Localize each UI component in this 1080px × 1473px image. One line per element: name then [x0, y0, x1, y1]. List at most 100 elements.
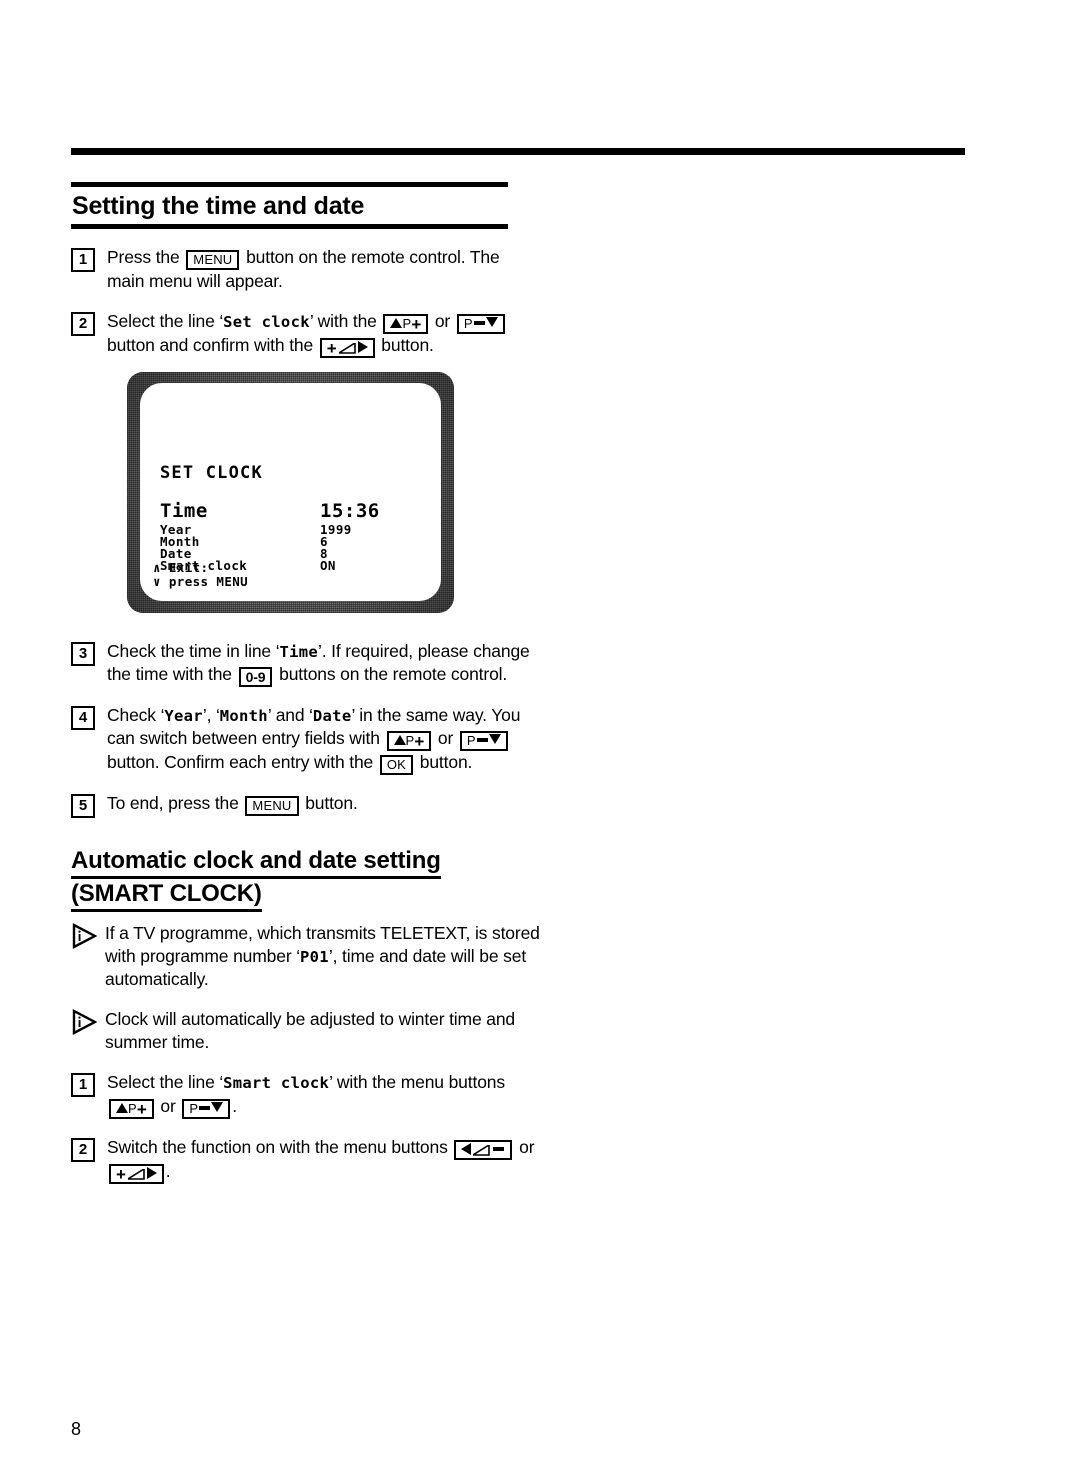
key-program-up[interactable]: P+ [386, 731, 432, 752]
osd-title: SET CLOCK [160, 463, 263, 483]
triangle-up-icon [390, 318, 403, 329]
osd-row-value: ON [320, 558, 336, 573]
step-text: Check the time in line ‘Time’. If requir… [107, 640, 541, 688]
osd-term: Smart clock [223, 1074, 330, 1093]
osd-footer: ∧ Exit: ∨ press MENU [153, 561, 248, 589]
key-volume-down-left[interactable] [454, 1139, 513, 1160]
osd-row-time[interactable]: Time 15:36 [160, 501, 431, 524]
smart-step-1: 1 Select the line ‘Smart clock’ with the… [71, 1071, 541, 1119]
step-text-part: button. Confirm each entry with the [107, 752, 374, 773]
page-content-lower: 3 Check the time in line ‘Time’. If requ… [71, 640, 541, 1184]
osd-footer-line2: ∨ press MENU [153, 574, 249, 589]
step-text: Press the MENU button on the remote cont… [107, 246, 541, 293]
volume-wedge-icon [470, 1143, 491, 1156]
osd-row-value: 15:36 [320, 500, 380, 522]
page-number: 8 [71, 1419, 82, 1439]
step-2: 2 Select the line ‘Set clock’ with the P… [71, 310, 541, 359]
step-text-part: Check the time in line ‘ [107, 641, 280, 661]
osd-term: Date [312, 707, 352, 726]
osd-row-value: 1999 [320, 522, 352, 537]
key-program-down[interactable]: P [459, 731, 508, 752]
step-text-part: ’ and ‘ [267, 705, 313, 726]
step-1: 1 Press the MENU button on the remote co… [71, 246, 541, 293]
osd-footer-line1: ∧ Exit: [153, 560, 209, 575]
step-number: 1 [71, 248, 95, 273]
smart-clock-heading-line1: Automatic clock and date setting [71, 847, 441, 880]
triangle-down-icon [485, 317, 498, 328]
note-1: If a TV programme, which transmits TELET… [71, 922, 541, 991]
step-number: 2 [71, 1137, 95, 1162]
step-text: To end, press the MENU button. [107, 792, 541, 817]
info-triangle-icon [71, 1009, 97, 1036]
key-program-up[interactable]: P+ [383, 314, 429, 335]
osd-term: Year [164, 707, 203, 726]
osd-term: Time [279, 643, 318, 661]
step-text-part: Select the line ‘ [107, 1072, 224, 1093]
step-text: Select the line ‘Set clock’ with the P+ … [107, 310, 541, 359]
minus-icon [199, 1105, 211, 1110]
step-text-part: button. [419, 752, 473, 773]
step-5: 5 To end, press the MENU button. [71, 792, 541, 819]
key-label: OK [386, 757, 407, 773]
smart-clock-heading-line2: (SMART CLOCK) [71, 880, 262, 912]
smart-clock-heading-block: Automatic clock and date setting (SMART … [71, 847, 541, 912]
key-label: P [128, 1100, 137, 1116]
key-menu[interactable]: MENU [245, 796, 299, 817]
step-4: 4 Check ‘Year’, ‘Month’ and ‘Date’ in th… [71, 704, 541, 776]
step-text: Select the line ‘Smart clock’ with the m… [107, 1071, 541, 1119]
key-label: P [189, 1100, 199, 1116]
osd-row-month[interactable]: Month 6 [160, 535, 431, 548]
step-text-part: button. [305, 793, 358, 814]
step-text-part: ’, ‘ [202, 705, 220, 726]
note-text: Clock will automatically be adjusted to … [105, 1008, 541, 1054]
step-text-part: To end, press the [107, 793, 239, 814]
step-text-part: . [165, 1160, 171, 1181]
step-text-part: button. [381, 335, 434, 356]
key-menu[interactable]: MENU [186, 250, 240, 271]
step-text-part: or [434, 311, 451, 332]
key-volume-up-right[interactable]: + [319, 338, 375, 359]
page-title: Setting the time and date [72, 192, 365, 220]
key-digits[interactable]: 0-9 [238, 667, 273, 688]
volume-wedge-icon [335, 341, 356, 355]
key-program-down[interactable]: P [182, 1098, 231, 1119]
heading-rule-bottom [71, 224, 508, 230]
tv-screen-figure: SET CLOCK Time 15:36 Year 1999 Month 6 D… [127, 372, 454, 613]
key-label: 0-9 [245, 669, 266, 686]
triangle-right-icon [357, 341, 368, 354]
triangle-up-icon [393, 735, 406, 746]
note-text-part: Clock will automatically be adjusted to … [105, 1009, 515, 1053]
key-label: P [466, 733, 476, 749]
smart-step-2: 2 Switch the function on with the menu b… [71, 1136, 541, 1184]
step-number: 1 [71, 1073, 95, 1098]
triangle-right-icon [146, 1166, 157, 1179]
step-number: 2 [71, 312, 95, 337]
step-text-part: ’ with the menu buttons [329, 1072, 505, 1093]
step-text-part: Check ‘ [107, 705, 165, 726]
key-volume-up-right[interactable]: + [109, 1163, 164, 1184]
osd-term: Set clock [223, 313, 310, 332]
heading-rule-top [71, 182, 508, 187]
plus-icon: + [136, 1099, 147, 1119]
section-heading-block: Setting the time and date [71, 182, 541, 230]
step-text-part: buttons on the remote control. [279, 664, 508, 685]
key-label: MENU [252, 798, 292, 814]
smart-clock-heading-text2: (SMART CLOCK) [71, 880, 262, 908]
note-text: If a TV programme, which transmits TELET… [105, 922, 541, 991]
osd-term: Month [219, 707, 268, 726]
minus-icon [473, 321, 485, 326]
osd-row-year[interactable]: Year 1999 [160, 522, 431, 537]
key-ok[interactable]: OK [379, 755, 414, 776]
osd-row-label: Time [160, 500, 208, 522]
triangle-down-icon [488, 734, 501, 745]
osd-term: P01 [299, 948, 329, 967]
plus-icon: + [116, 1164, 126, 1184]
key-program-up[interactable]: P+ [109, 1098, 154, 1119]
step-number: 5 [71, 794, 95, 819]
note-2: Clock will automatically be adjusted to … [71, 1008, 541, 1054]
key-label: P [402, 316, 412, 332]
key-program-down[interactable]: P [456, 314, 505, 335]
plus-icon: + [411, 315, 422, 335]
step-3: 3 Check the time in line ‘Time’. If requ… [71, 640, 541, 688]
step-text: Check ‘Year’, ‘Month’ and ‘Date’ in the … [107, 704, 541, 776]
